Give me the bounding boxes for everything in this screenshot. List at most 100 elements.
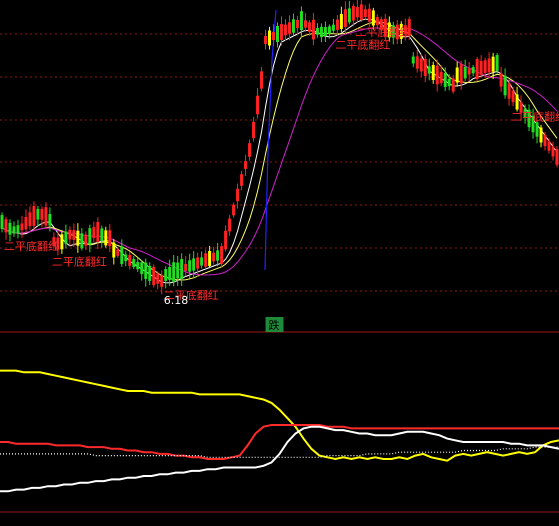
candle-body [331,24,335,31]
candle-body [108,230,112,247]
candle-body [44,207,48,226]
candle-body [96,222,100,242]
candle-body [60,234,64,250]
price-gridlines [0,33,559,292]
candle-body [80,233,84,249]
candle-body [311,19,315,40]
candle-body [48,213,52,226]
candle-body [343,9,347,28]
signal-label: 二平底翻红 [52,255,107,269]
candle-body [112,242,116,258]
candle-body [555,149,559,165]
candle-body [116,249,120,256]
candle-body [28,212,32,227]
candle-body [4,219,8,233]
min-price-label: 6.18 [164,294,189,307]
candle-body [543,134,547,147]
candle-body [248,143,252,157]
candle-body [92,227,96,239]
candle-body [12,226,16,234]
candle-body [319,26,323,38]
candle-body [128,254,132,266]
stock-chart: 二平底翻红二平底翻红二平底翻红二平底翻红二平底翻红二平底翻红 跌 6.18 [0,0,559,513]
candle-body [447,78,451,87]
candle-body [216,250,220,261]
candle-body [547,141,551,151]
candle-body [551,146,555,157]
candle-body [252,121,256,139]
candle-body [435,65,439,85]
candle-body [347,8,351,23]
candle-body [535,122,539,137]
candle-body [487,58,491,73]
candle-body [208,251,212,266]
candle-body [236,188,240,202]
candle-body [204,253,208,267]
candle-body [132,259,136,267]
candle-body [36,208,40,220]
candle-body [196,257,200,269]
candle-body [176,262,180,279]
candle-body [184,263,188,272]
candlesticks [0,0,559,295]
candle-body [431,65,435,80]
candle-body [164,269,168,281]
candle-body [339,13,343,29]
candle-body [200,257,204,266]
candle-body [359,4,363,20]
signal-label: 二平底翻红 [355,25,410,39]
candle-body [160,275,164,287]
candle-body [475,59,479,79]
candle-body [272,31,276,41]
candle-body [264,36,268,44]
candle-body [104,230,108,246]
candle-body [68,229,72,240]
candle-body [8,222,12,235]
candle-body [427,66,431,74]
indicator-lines [0,369,559,493]
candle-body [276,26,279,42]
candle-body [367,8,371,22]
signal-label: 二平底翻红 [335,38,390,52]
candle-body [244,161,248,169]
candle-body [100,228,104,241]
candle-body [32,206,36,226]
fall-marker-text: 跌 [269,318,280,332]
candle-body [515,94,519,110]
candle-body [375,17,379,26]
candle-body [40,208,44,220]
candle-body [463,66,467,79]
candle-body [256,95,260,115]
candle-body [268,30,272,46]
candle-body [0,215,4,229]
candle-body [224,230,228,250]
candle-body [120,246,124,265]
candle-body [212,252,216,262]
candle-body [419,58,423,72]
candle-body [423,58,427,77]
candle-body [76,230,80,246]
candle-body [144,262,148,279]
candle-body [228,218,232,232]
candle-body [172,262,176,282]
candle-body [287,22,291,34]
candle-body [20,223,24,231]
candle-body [283,24,287,36]
candle-body [455,67,459,83]
candle-body [188,260,192,272]
candle-body [148,265,152,281]
candle-body [511,90,515,103]
candle-body [483,60,487,73]
candle-body [371,10,375,26]
candle-body [232,204,236,216]
candle-body [491,56,495,72]
signal-label: 二平底翻红 [511,110,559,124]
candle-body [152,266,156,286]
candle-body [479,60,483,75]
candle-body [539,127,543,143]
candle-body [303,20,307,28]
candle-body [471,67,475,74]
candle-body [363,9,367,18]
candle-body [64,231,68,244]
candle-body [315,27,319,35]
